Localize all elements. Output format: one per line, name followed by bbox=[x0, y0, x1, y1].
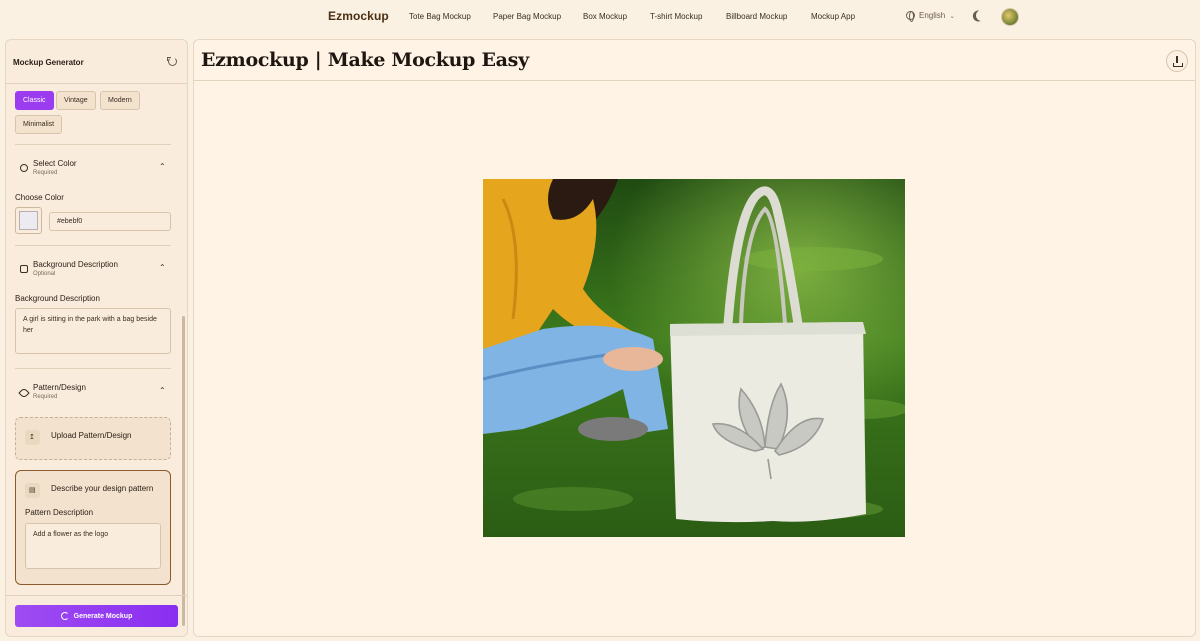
top-nav: Ezmockup Tote Bag Mockup Paper Bag Mocku… bbox=[0, 0, 1200, 34]
generate-mockup-button[interactable]: Generate Mockup bbox=[15, 605, 178, 627]
background-description-title[interactable]: Background Description bbox=[33, 260, 118, 269]
style-chip-modern[interactable]: Modern bbox=[100, 91, 140, 110]
divider bbox=[6, 595, 187, 596]
reset-icon[interactable] bbox=[167, 57, 177, 66]
language-label: English bbox=[919, 11, 946, 20]
color-swatch-fill bbox=[19, 211, 38, 230]
select-color-subtitle: Required bbox=[33, 170, 58, 176]
divider bbox=[15, 144, 171, 145]
nav-link-tote-bag[interactable]: Tote Bag Mockup bbox=[409, 12, 471, 21]
nav-link-box[interactable]: Box Mockup bbox=[583, 12, 627, 21]
chevron-up-icon[interactable]: ⌃ bbox=[159, 263, 166, 272]
background-description-subtitle: Optional bbox=[33, 271, 56, 277]
style-chip-minimalist[interactable]: Minimalist bbox=[15, 115, 63, 134]
panel-title: Mockup Generator bbox=[13, 58, 84, 67]
color-hex-input[interactable]: #ebebf0 bbox=[49, 212, 171, 231]
document-icon: ▤ bbox=[25, 483, 40, 498]
brush-icon bbox=[18, 387, 30, 399]
divider bbox=[15, 245, 171, 246]
download-icon[interactable] bbox=[1166, 50, 1188, 72]
chevron-down-icon: ⌄ bbox=[949, 12, 956, 20]
background-description-textarea[interactable]: A girl is sitting in the park with a bag… bbox=[15, 308, 171, 354]
select-color-title[interactable]: Select Color bbox=[33, 159, 77, 168]
chevron-up-icon[interactable]: ⌃ bbox=[159, 386, 166, 395]
generate-mockup-label: Generate Mockup bbox=[73, 612, 133, 620]
nav-link-mockup-app[interactable]: Mockup App bbox=[811, 12, 855, 21]
pattern-description-label: Pattern Description bbox=[25, 508, 94, 517]
image-icon bbox=[20, 265, 28, 273]
panel-scrollbar[interactable] bbox=[182, 316, 185, 626]
nav-link-billboard[interactable]: Billboard Mockup bbox=[726, 12, 787, 21]
page-title: Ezmockup | Make Mockup Easy bbox=[201, 49, 529, 71]
refresh-icon bbox=[60, 612, 69, 620]
preview-panel: Ezmockup | Make Mockup Easy bbox=[193, 39, 1196, 637]
globe-icon bbox=[906, 11, 915, 22]
upload-pattern-dropzone[interactable]: ↥ Upload Pattern/Design bbox=[15, 417, 171, 460]
style-chip-vintage[interactable]: Vintage bbox=[56, 91, 96, 110]
describe-pattern-card[interactable]: ▤ Describe your design pattern Pattern D… bbox=[15, 470, 171, 585]
brand-logo[interactable]: Ezmockup bbox=[328, 9, 389, 23]
pattern-description-textarea[interactable]: Add a flower as the logo bbox=[25, 523, 161, 569]
pattern-design-subtitle: Required bbox=[33, 394, 58, 400]
choose-color-label: Choose Color bbox=[15, 193, 64, 202]
upload-pattern-label: Upload Pattern/Design bbox=[51, 431, 132, 440]
color-swatch[interactable] bbox=[15, 207, 42, 234]
language-selector[interactable]: English ⌄ bbox=[906, 11, 956, 22]
preview-header: Ezmockup | Make Mockup Easy bbox=[194, 40, 1195, 81]
pattern-design-title[interactable]: Pattern/Design bbox=[33, 383, 86, 392]
theme-toggle-moon-icon[interactable] bbox=[975, 9, 988, 22]
chevron-up-icon[interactable]: ⌃ bbox=[159, 162, 166, 171]
divider bbox=[15, 368, 171, 369]
upload-icon: ↥ bbox=[25, 430, 40, 445]
mockup-generator-panel: Mockup Generator Classic Vintage Modern … bbox=[5, 39, 188, 637]
nav-link-tshirt[interactable]: T-shirt Mockup bbox=[650, 12, 702, 21]
palette-icon bbox=[20, 164, 28, 172]
user-avatar[interactable] bbox=[1001, 8, 1019, 26]
background-description-label: Background Description bbox=[15, 294, 100, 303]
nav-link-paper-bag[interactable]: Paper Bag Mockup bbox=[493, 12, 561, 21]
style-chip-classic[interactable]: Classic bbox=[15, 91, 54, 110]
mockup-preview-image bbox=[483, 179, 905, 537]
panel-header: Mockup Generator bbox=[6, 40, 187, 84]
describe-pattern-label: Describe your design pattern bbox=[51, 484, 154, 493]
